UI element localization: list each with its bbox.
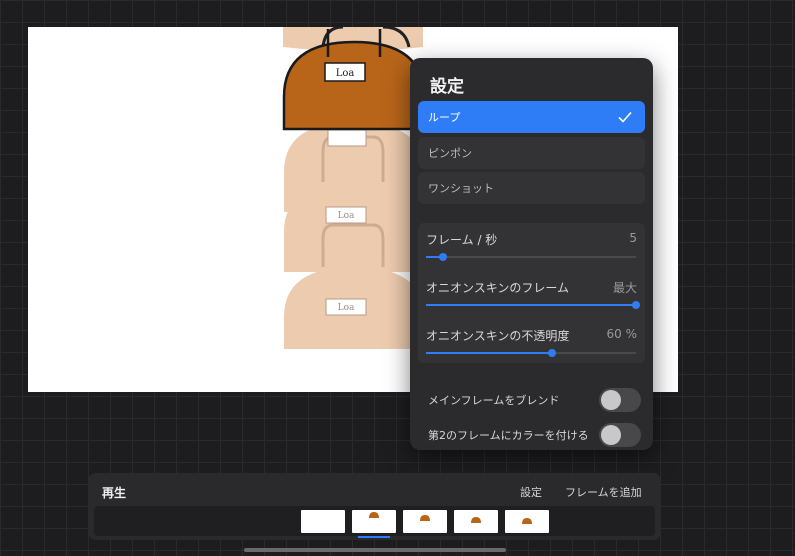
home-indicator[interactable]	[244, 548, 506, 552]
onion-frames-slider[interactable]	[426, 301, 640, 309]
blend-primary-toggle[interactable]	[599, 388, 641, 412]
fps-label: フレーム / 秒	[426, 233, 498, 247]
panel-title: 設定	[430, 77, 464, 97]
svg-text:Loa: Loa	[338, 303, 355, 313]
fps-slider[interactable]	[426, 253, 636, 261]
onion-opacity-slider-knob[interactable]	[548, 349, 556, 357]
frame-thumb-5[interactable]	[505, 510, 549, 533]
onion-frames-value: 最大	[612, 281, 637, 295]
onion-frames-slider-knob[interactable]	[632, 301, 640, 309]
mode-loop[interactable]: ループ	[418, 101, 645, 133]
add-frame-button[interactable]: フレームを追加	[565, 484, 642, 500]
animation-settings-panel: 設定 ループ ピンポン ワンショット フレーム / 秒 5 オニオンスキンのフレ…	[410, 58, 653, 450]
mode-loop-label: ループ	[428, 111, 461, 124]
mode-pingpong[interactable]: ピンポン	[418, 137, 645, 169]
check-icon	[618, 111, 632, 123]
bag-tag-text: Loa	[336, 68, 355, 79]
slider-group: フレーム / 秒 5 オニオンスキンのフレーム 最大 オニオンスキンの不透明度 …	[418, 223, 645, 363]
timeline-settings-button[interactable]: 設定	[520, 484, 542, 500]
onion-frames-label: オニオンスキンのフレーム	[426, 281, 570, 295]
onion-opacity-label: オニオンスキンの不透明度	[426, 329, 570, 343]
color-secondary-toggle[interactable]	[599, 423, 641, 447]
frame-thumb-4[interactable]	[454, 510, 498, 533]
selected-frame-indicator	[358, 536, 390, 538]
onion-opacity-slider[interactable]	[426, 349, 636, 357]
blend-primary-row: メインフレームをブレンド	[418, 384, 645, 416]
color-secondary-row: 第2のフレームにカラーを付ける	[418, 419, 645, 450]
blend-primary-label: メインフレームをブレンド	[428, 394, 560, 407]
fps-slider-knob[interactable]	[438, 253, 447, 261]
mode-oneshot[interactable]: ワンショット	[418, 172, 645, 204]
frame-thumb-3[interactable]	[403, 510, 447, 533]
animation-timeline: 再生 設定 フレームを追加	[88, 473, 661, 540]
frame-thumb-2[interactable]	[352, 510, 396, 533]
play-button[interactable]: 再生	[102, 484, 126, 501]
color-secondary-label: 第2のフレームにカラーを付ける	[428, 429, 589, 442]
svg-text:Loa: Loa	[338, 211, 355, 221]
mode-oneshot-label: ワンショット	[428, 182, 494, 195]
fps-value: 5	[629, 231, 637, 245]
onion-opacity-value: 60 %	[606, 327, 638, 341]
frame-thumb-1[interactable]	[301, 510, 345, 533]
mode-pingpong-label: ピンポン	[428, 147, 472, 160]
